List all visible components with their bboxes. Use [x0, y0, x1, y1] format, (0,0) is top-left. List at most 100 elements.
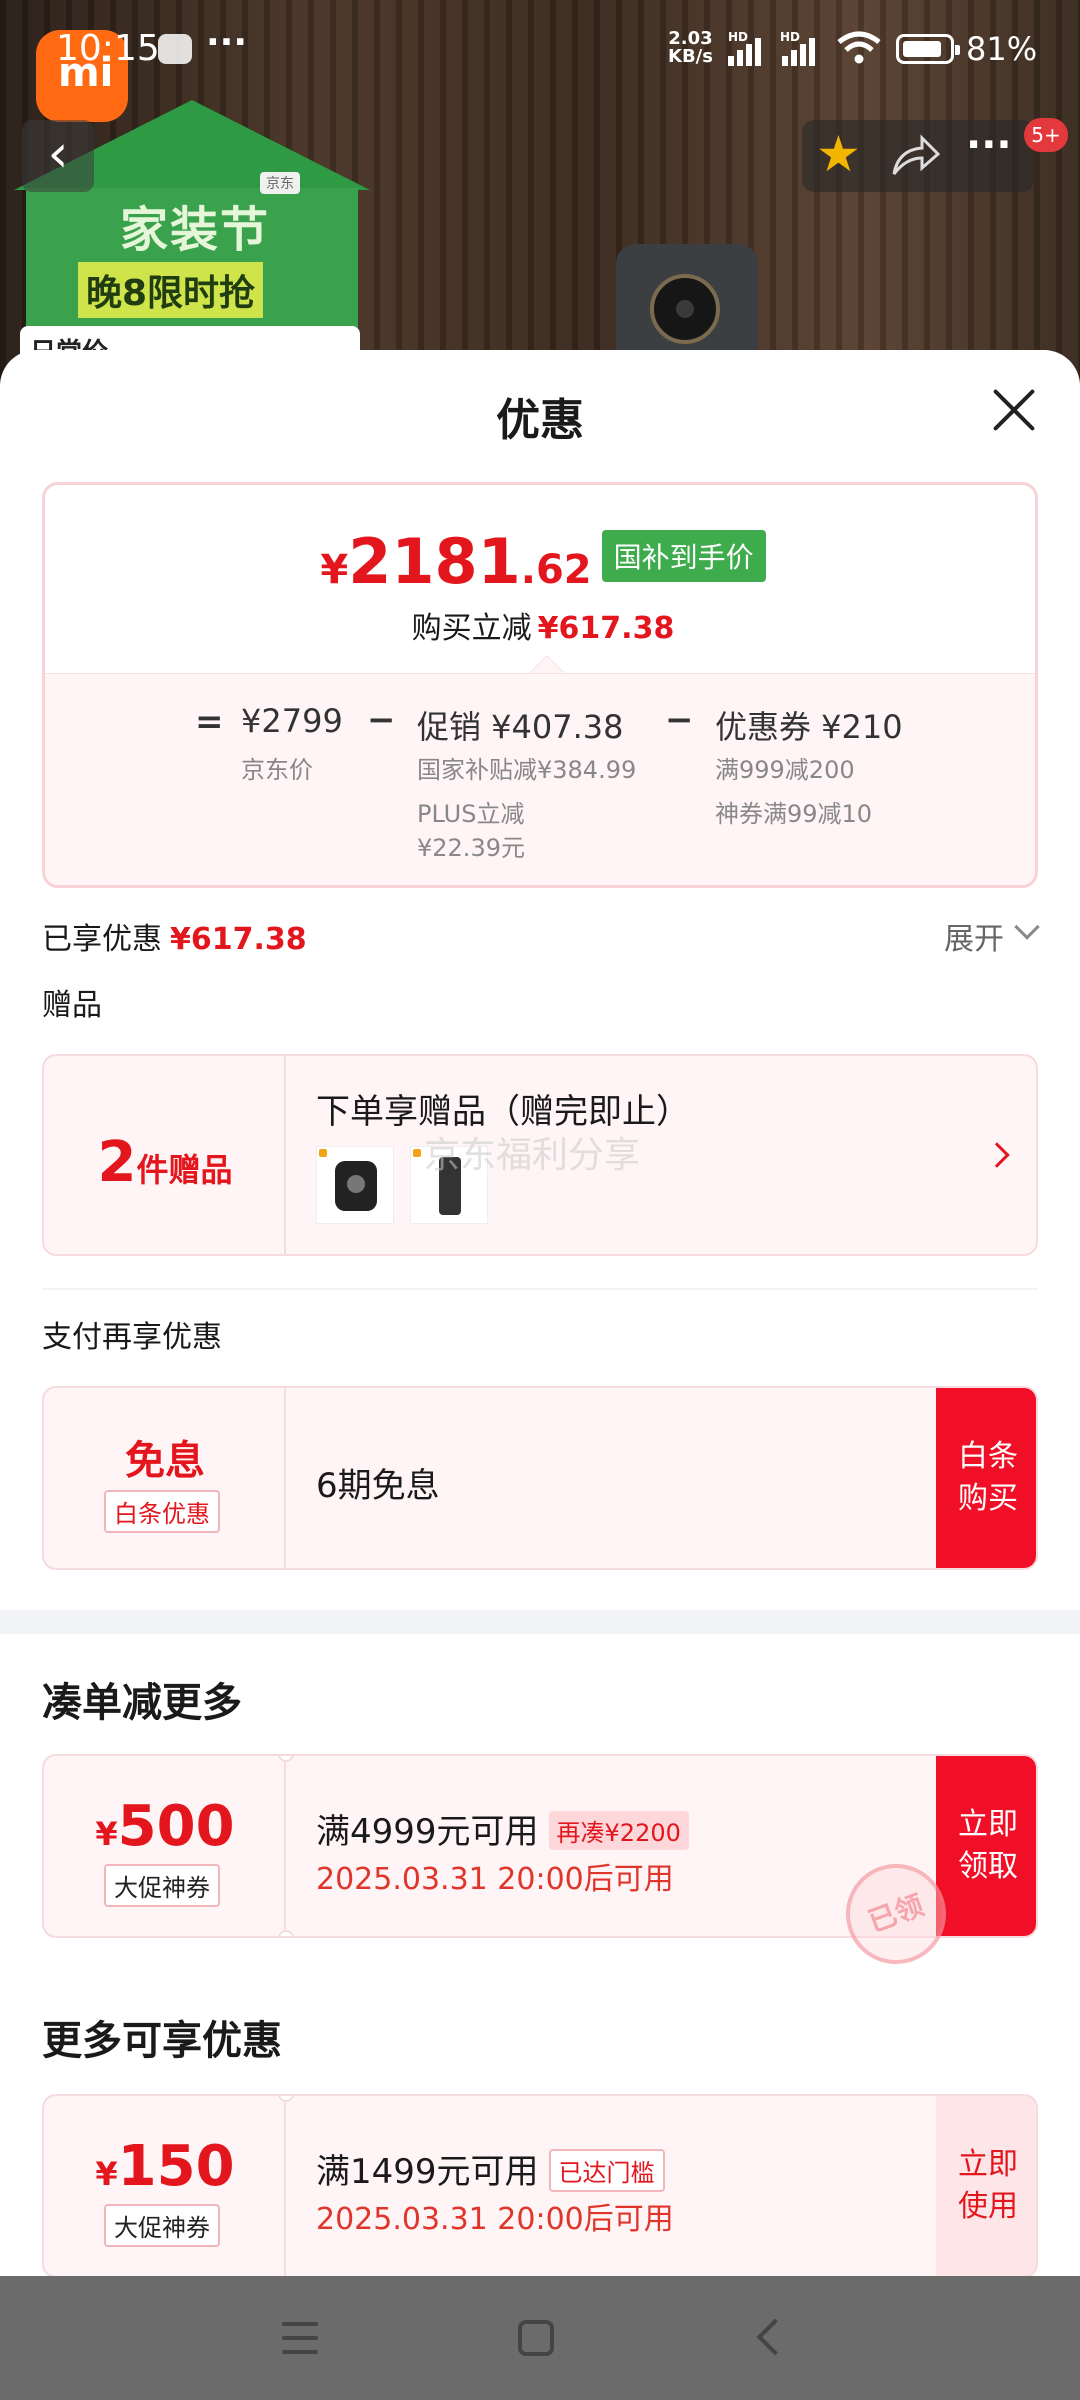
status-time: 10:15	[56, 28, 160, 69]
promo-total: 促销 ¥407.38	[417, 708, 624, 746]
national-subsidy-discount: 国家补贴减¥384.99	[417, 756, 637, 784]
coupon-500-amount-row: ¥500	[44, 1794, 286, 1859]
coupon-150-condition: 满1499元可用	[316, 2152, 539, 2192]
installment-text: 6期免息	[316, 1466, 440, 1506]
use-coupon-button[interactable]: 立即 使用	[936, 2096, 1036, 2276]
purchase-discount-row: 购买立减 ¥617.38	[45, 603, 1035, 647]
coupon-500-left: ¥500 大促神券	[44, 1756, 286, 1936]
gift-thumbnail-camera[interactable]	[316, 1146, 394, 1224]
coupon-150-condition-row: 满1499元可用 已达门槛	[316, 2144, 665, 2195]
enjoyed-discount-label: 已享优惠	[42, 922, 162, 957]
promo-subtitle: 晚8限时抢	[78, 262, 264, 318]
gift-dot-icon	[413, 1149, 421, 1157]
section-divider	[42, 1288, 1038, 1290]
purchase-discount-label: 购买立减	[411, 611, 532, 646]
final-price-integer: 2181	[348, 525, 521, 598]
minus-sign-2: −	[665, 700, 694, 740]
baitiao-buy-button[interactable]: 白条 购买	[936, 1388, 1036, 1568]
coupon-500-time: 2025.03.31 20:00后可用	[316, 1862, 674, 1897]
coupon-150-time: 2025.03.31 20:00后可用	[316, 2202, 674, 2237]
coupon-500-gap-tag: 再凑¥2200	[548, 1811, 689, 1850]
favorite-star-icon[interactable]: ★	[816, 126, 861, 182]
coupon-total: 优惠券 ¥210	[715, 708, 903, 746]
gift-card[interactable]: 2件赠品 下单享赠品（赠完即止） 京东福利分享	[42, 1054, 1038, 1256]
back-icon[interactable]	[756, 2318, 794, 2356]
system-navigation-bar	[0, 2276, 1080, 2400]
camera-image	[335, 1161, 377, 1211]
status-bar: 10:15 ··· 2.03 KB/s HD HD 81%	[0, 0, 1080, 100]
coupon-500-tag: 大促神券	[104, 1864, 220, 1907]
discount-sheet: 优惠 ¥2181.62 国补到手价 购买立减 ¥617.38 = ¥2799 京东价…	[0, 350, 1080, 2278]
final-price-yen: ¥	[320, 547, 349, 593]
promo-title: 家装节	[120, 202, 271, 258]
gift-count-unit: 件赠品	[136, 1151, 233, 1189]
message-badge: 5+	[1024, 118, 1068, 152]
coupon-full-reduction: 满999减200	[715, 756, 855, 784]
use-line2: 使用	[958, 2189, 1018, 2224]
baitiao-buy-label: 白条 购买	[958, 1436, 1018, 1520]
coupon-500-condition-row: 满4999元可用 再凑¥2200	[316, 1804, 689, 1853]
enjoyed-discount: 已享优惠 ¥617.38	[42, 914, 307, 958]
baitiao-buy-line2: 购买	[958, 1481, 1018, 1516]
signal-icon-1	[728, 32, 770, 66]
purchase-discount-value: ¥617.38	[537, 611, 675, 646]
coupon-150-amount: 150	[117, 2134, 235, 2199]
baitiao-card[interactable]: 免息 白条优惠 6期免息 白条购买	[42, 1386, 1038, 1570]
gift-section-title: 赠品	[42, 988, 102, 1023]
section-gap	[0, 1610, 1080, 1634]
status-more-icon: ···	[206, 22, 248, 63]
enjoyed-discount-value: ¥617.38	[170, 922, 307, 957]
price-breakdown-card: ¥2181.62 国补到手价 购买立减 ¥617.38 = ¥2799 京东价 − …	[42, 482, 1038, 888]
coupon-150-yen: ¥	[95, 2155, 118, 2193]
more-options-icon[interactable]: ···	[966, 122, 1012, 168]
use-coupon-label: 立即 使用	[958, 2144, 1018, 2228]
expand-button[interactable]: 展开	[944, 914, 1004, 958]
claim-coupon-label: 立即 领取	[958, 1804, 1018, 1888]
close-icon[interactable]	[984, 380, 1044, 440]
coupon-150-tag: 大促神券	[104, 2204, 220, 2247]
recent-apps-icon[interactable]	[282, 2322, 318, 2354]
share-icon[interactable]	[890, 134, 942, 178]
gift-count-number: 2	[97, 1130, 137, 1195]
plus-discount-value: ¥22.39元	[417, 834, 525, 862]
gift-count-panel: 2件赠品	[44, 1056, 286, 1254]
coupon-150-amount-row: ¥150	[44, 2134, 286, 2199]
equals-sign: =	[195, 702, 224, 742]
chevron-right-icon[interactable]	[984, 1142, 1010, 1168]
claim-line2: 领取	[958, 1849, 1018, 1884]
chevron-down-icon[interactable]	[1014, 914, 1040, 940]
gift-count: 2件赠品	[44, 1130, 286, 1195]
top-action-group: ★ ···	[802, 120, 1034, 192]
gift-dot-icon	[319, 1149, 327, 1157]
coupon-150-card[interactable]: ¥150 大促神券 满1499元可用 已达门槛 2025.03.31 20:00后…	[42, 2094, 1038, 2278]
final-price-decimal: .62	[520, 547, 592, 593]
jd-price: ¥2799	[241, 702, 343, 740]
claim-coupon-button[interactable]: 立即 领取	[936, 1756, 1036, 1936]
coupon-150-threshold-tag: 已达门槛	[548, 2149, 665, 2192]
coupon-500-condition: 满4999元可用	[316, 1812, 539, 1852]
baitiao-buy-line1: 白条	[958, 1439, 1018, 1474]
signal-icon-2	[782, 32, 824, 66]
claim-line1: 立即	[958, 1807, 1018, 1842]
price-calculation: = ¥2799 京东价 − 促销 ¥407.38 国家补贴减¥384.99 PL…	[45, 673, 1035, 885]
perforation-bottom	[278, 1930, 294, 1936]
sheet-title: 优惠	[496, 395, 584, 446]
baitiao-left-panel: 免息 白条优惠	[44, 1388, 286, 1568]
coupon-500-amount: 500	[117, 1794, 235, 1859]
pay-section-title: 支付再享优惠	[42, 1320, 222, 1355]
coupon-500-yen: ¥	[95, 1815, 118, 1853]
subsidy-price-tag: 国补到手价	[601, 529, 766, 582]
more-available-title: 更多可享优惠	[42, 2018, 282, 2064]
home-icon[interactable]	[518, 2320, 554, 2356]
sound-wave-icon	[158, 34, 192, 64]
battery-icon	[896, 34, 960, 64]
doorbell-lens	[650, 274, 720, 344]
coupon-super-reduction: 神券满99减10	[715, 800, 873, 828]
battery-percent: 81%	[966, 30, 1038, 68]
interest-free-label: 免息	[125, 1438, 205, 1484]
wifi-icon	[837, 31, 881, 64]
baitiao-discount-tag: 白条优惠	[104, 1490, 220, 1533]
back-button[interactable]: ‹	[22, 120, 94, 192]
coupon-150-left: ¥150 大促神券	[44, 2096, 286, 2276]
plus-discount-label: PLUS立减	[417, 800, 525, 828]
